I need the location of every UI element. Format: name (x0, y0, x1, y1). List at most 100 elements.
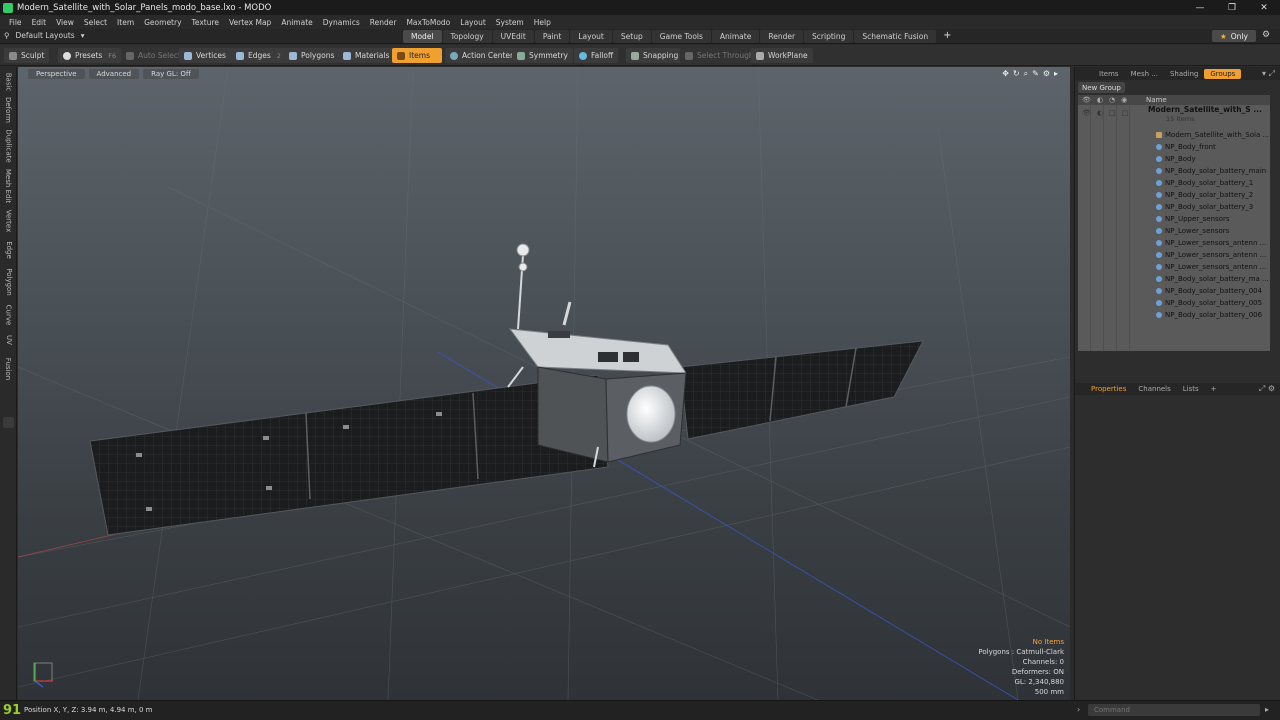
falloff-button[interactable]: Falloff (574, 48, 619, 63)
list-item[interactable]: NP_Body_solar_battery_2 (1156, 189, 1269, 201)
add-tab-icon[interactable]: + (943, 30, 951, 43)
snapping-button[interactable]: Snapping (626, 48, 684, 63)
materials-button[interactable]: Materials (338, 48, 395, 63)
add-panel-tab-icon[interactable]: + (1205, 384, 1223, 394)
root-visibility-toggles[interactable]: 👁 ◐ □ □ (1082, 109, 1128, 117)
menu-system[interactable]: System (491, 18, 529, 27)
tab-duplicate[interactable]: Duplicate (2, 129, 15, 163)
menu-maxtomodo[interactable]: MaxToModo (401, 18, 455, 27)
tab-scripting[interactable]: Scripting (804, 30, 854, 43)
panel-toggle-icon[interactable] (3, 417, 14, 428)
tab-topology[interactable]: Topology (442, 30, 492, 43)
symmetry-button[interactable]: Symmetry (512, 48, 573, 63)
move-view-icon[interactable]: ✥ (1002, 69, 1009, 79)
list-item[interactable]: NP_Body_solar_battery_004 (1156, 285, 1269, 297)
menu-texture[interactable]: Texture (187, 18, 224, 27)
tab-properties[interactable]: Properties (1085, 384, 1132, 394)
root-select-icon[interactable]: □ (1122, 109, 1129, 117)
tab-model[interactable]: Model (403, 30, 442, 43)
command-input[interactable] (1088, 704, 1260, 716)
tab-uv[interactable]: UV (2, 333, 15, 347)
tab-fusion[interactable]: Fusion (2, 355, 15, 383)
tab-items[interactable]: Items (1093, 69, 1125, 79)
tab-lists[interactable]: Lists (1177, 384, 1205, 394)
list-item[interactable]: NP_Body_front (1156, 141, 1269, 153)
panel-options-icon[interactable]: ▾ ⤢ (1262, 69, 1275, 79)
command-history-icon[interactable]: ▸ (1265, 705, 1269, 714)
minimize-button[interactable]: — (1184, 0, 1216, 15)
menu-file[interactable]: File (4, 18, 27, 27)
tab-curve[interactable]: Curve (2, 303, 15, 327)
list-item[interactable]: NP_Body_solar_battery_3 (1156, 201, 1269, 213)
root-lock-icon[interactable]: □ (1109, 109, 1116, 117)
properties-options-icon[interactable]: ⤢ ⚙ (1259, 384, 1275, 394)
auto-select-button[interactable]: Auto Select (121, 48, 186, 63)
tab-polygon[interactable]: Polygon (2, 267, 15, 297)
sculpt-button[interactable]: Sculpt (4, 48, 50, 63)
root-render-icon[interactable]: ◐ (1097, 109, 1103, 117)
list-item[interactable]: NP_Body (1156, 153, 1269, 165)
tab-groups[interactable]: Groups (1204, 68, 1242, 79)
list-item[interactable]: NP_Body_solar_battery_005 (1156, 297, 1269, 309)
list-item[interactable]: NP_Lower_sensors_antenn ... (1156, 237, 1269, 249)
gear-icon[interactable]: ⚙ (1262, 30, 1270, 40)
settings-view-icon[interactable]: ⚙ (1043, 69, 1050, 79)
group-root[interactable]: Modern_Satellite_with_S ... (1148, 105, 1262, 114)
menu-select[interactable]: Select (79, 18, 112, 27)
menu-vertex-map[interactable]: Vertex Map (224, 18, 276, 27)
tab-paint[interactable]: Paint (534, 30, 570, 43)
polygons-button[interactable]: Polygons (284, 48, 340, 63)
tab-basic[interactable]: Basic (2, 71, 15, 93)
menu-animate[interactable]: Animate (276, 18, 317, 27)
tab-render[interactable]: Render (760, 30, 804, 43)
menu-edit[interactable]: Edit (27, 18, 52, 27)
list-item[interactable]: NP_Body_solar_battery_ma ... (1156, 273, 1269, 285)
close-button[interactable]: ✕ (1248, 0, 1280, 15)
raygl-toggle[interactable]: Ray GL: Off (143, 69, 199, 79)
tab-edge[interactable]: Edge (2, 239, 15, 261)
maximize-button[interactable]: ❐ (1216, 0, 1248, 15)
list-item[interactable]: NP_Lower_sensors_antenn ... (1156, 249, 1269, 261)
menu-item[interactable]: Item (112, 18, 139, 27)
tab-schematic-fusion[interactable]: Schematic Fusion (854, 30, 937, 43)
layout-dropdown[interactable]: ⚲ Default Layouts ▾ (4, 31, 84, 40)
list-item[interactable]: NP_Lower_sensors (1156, 225, 1269, 237)
menu-dynamics[interactable]: Dynamics (318, 18, 365, 27)
list-item[interactable]: Modern_Satellite_with_Sola ... (1156, 129, 1269, 141)
list-item[interactable]: NP_Body_solar_battery_1 (1156, 177, 1269, 189)
menu-layout[interactable]: Layout (455, 18, 491, 27)
tab-channels[interactable]: Channels (1132, 384, 1176, 394)
menu-help[interactable]: Help (529, 18, 556, 27)
select-through-button[interactable]: Select Through (680, 48, 759, 63)
tab-uvedit[interactable]: UVEdit (492, 30, 534, 43)
tab-shading[interactable]: Shading (1164, 69, 1204, 79)
menu-view[interactable]: View (51, 18, 79, 27)
command-expand-icon[interactable]: › (1077, 705, 1080, 714)
edges-button[interactable]: Edges 2 (231, 48, 286, 63)
list-item[interactable]: NP_Body_solar_battery_main (1156, 165, 1269, 177)
tab-mesh-edit[interactable]: Mesh Edit (2, 169, 15, 203)
tab-mesh[interactable]: Mesh ... (1125, 69, 1164, 79)
items-button[interactable]: Items (392, 48, 442, 63)
list-item[interactable]: NP_Lower_sensors_antenn ... (1156, 261, 1269, 273)
menu-geometry[interactable]: Geometry (139, 18, 186, 27)
action-center-button[interactable]: Action Center (445, 48, 519, 63)
list-item[interactable]: NP_Upper_sensors (1156, 213, 1269, 225)
expand-view-icon[interactable]: ▸ (1054, 69, 1058, 79)
zoom-view-icon[interactable]: ⌕ (1024, 69, 1028, 79)
workplane-button[interactable]: WorkPlane (751, 48, 813, 63)
tab-layout[interactable]: Layout (570, 30, 612, 43)
root-eye-icon[interactable]: 👁 (1082, 109, 1091, 117)
new-group-button[interactable]: New Group (1078, 82, 1125, 93)
tab-vertex[interactable]: Vertex (2, 209, 15, 233)
name-column-header[interactable]: Name (1146, 96, 1167, 104)
tab-game-tools[interactable]: Game Tools (651, 30, 711, 43)
edit-view-icon[interactable]: ✎ (1032, 69, 1039, 79)
tab-animate[interactable]: Animate (711, 30, 760, 43)
3d-viewport[interactable]: Perspective Advanced Ray GL: Off ✥ ↻ ⌕ ✎… (18, 67, 1070, 700)
tab-setup[interactable]: Setup (612, 30, 651, 43)
view-mode-dropdown[interactable]: Perspective (28, 69, 85, 79)
rotate-view-icon[interactable]: ↻ (1013, 69, 1020, 79)
presets-button[interactable]: Presets F6 (58, 48, 122, 63)
list-item[interactable]: NP_Body_solar_battery_006 (1156, 309, 1269, 321)
